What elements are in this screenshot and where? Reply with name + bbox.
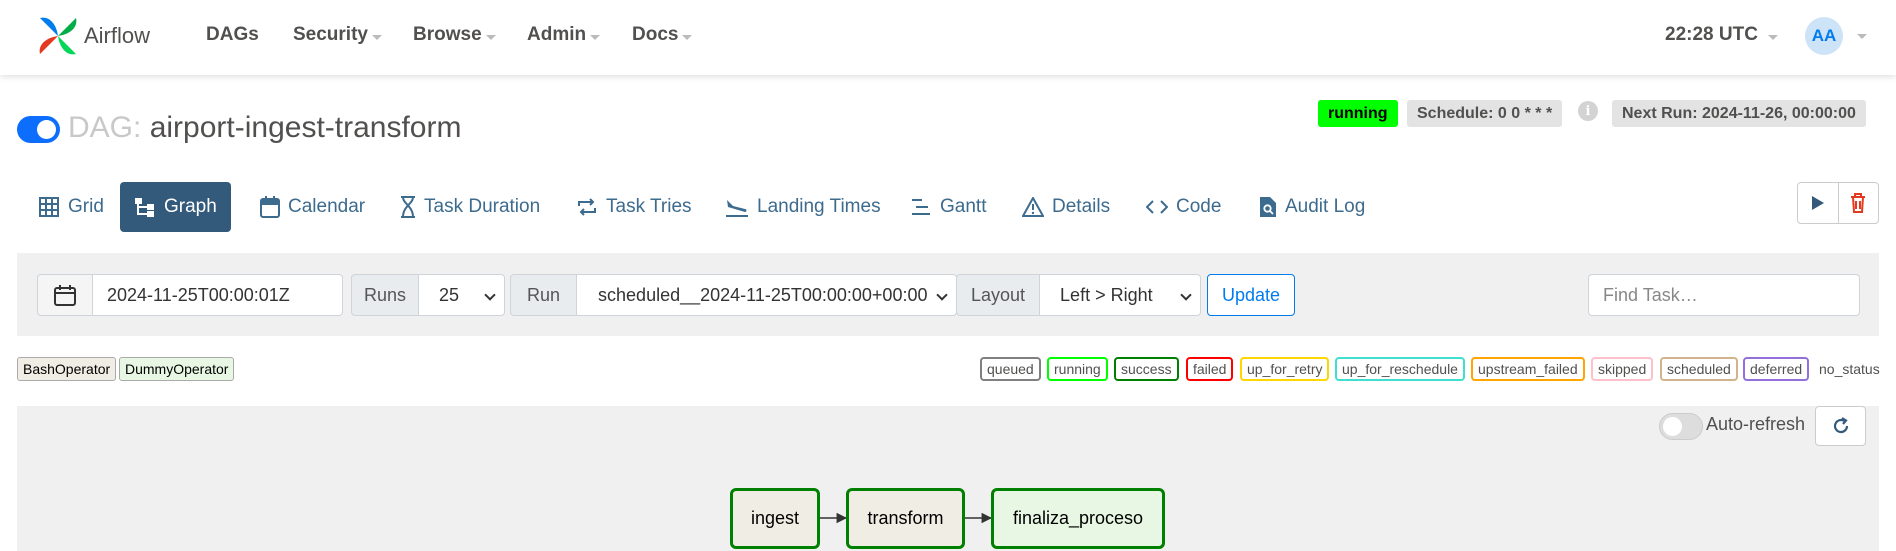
task-node-transform[interactable]: transform	[846, 488, 965, 549]
task-node-ingest[interactable]: ingest	[730, 488, 820, 549]
task-node-label: finaliza_proceso	[1012, 508, 1144, 528]
task-node-label: transform	[867, 508, 944, 528]
task-node-label: ingest	[750, 508, 800, 528]
task-node-finaliza-proceso[interactable]: finaliza_proceso	[991, 488, 1165, 549]
graph-edges	[820, 512, 993, 524]
